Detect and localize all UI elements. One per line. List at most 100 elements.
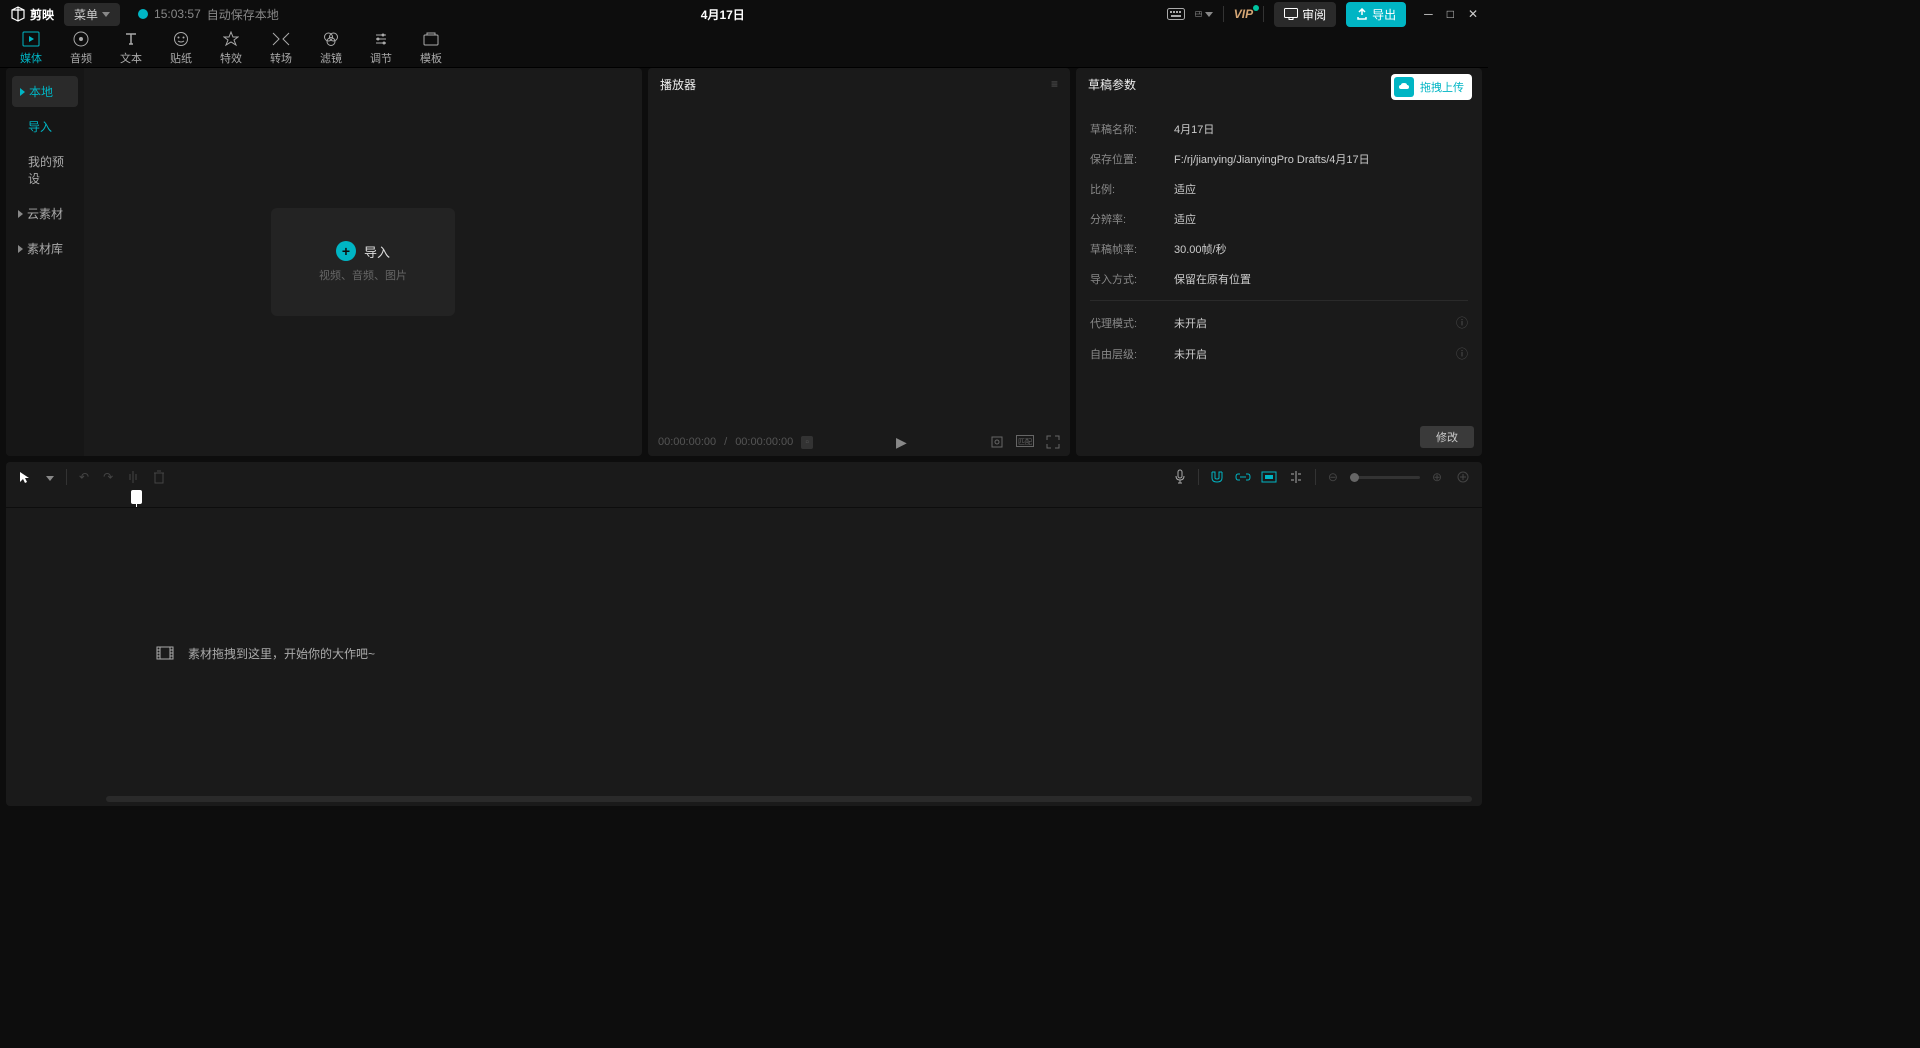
zoom-slider[interactable] (1350, 476, 1420, 479)
player-title: 播放器 (660, 76, 696, 93)
split-tool[interactable] (125, 468, 141, 486)
import-card[interactable]: + 导入 视频、音频、图片 (271, 208, 455, 316)
titlebar: 剪映 菜单 15:03:57 自动保存本地 4月17日 VIP 审阅 导出 ─ … (0, 0, 1488, 28)
keyboard-icon[interactable] (1167, 7, 1185, 21)
divider (66, 469, 67, 485)
magnet-icon[interactable] (1209, 470, 1225, 484)
crop-icon[interactable] (990, 435, 1004, 449)
tab-label: 音频 (70, 50, 92, 66)
text-icon (123, 30, 139, 48)
redo-button[interactable]: ↷ (101, 468, 115, 486)
zoom-out-icon[interactable]: ⊖ (1326, 468, 1340, 486)
timeline-panel: 素材拖拽到这里，开始你的大作吧~ (6, 492, 1482, 806)
divider (1198, 469, 1199, 485)
play-button[interactable]: ▶ (896, 434, 907, 451)
import-subtitle: 视频、音频、图片 (319, 267, 407, 283)
timeline-toolbar: ↶ ↷ ⊖ ⊕ (6, 462, 1482, 492)
media-content: + 导入 视频、音频、图片 (84, 68, 642, 456)
sidebar-label: 本地 (29, 83, 53, 100)
param-row-ratio: 比例:适应 (1090, 174, 1468, 204)
param-row-resolution: 分辨率:适应 (1090, 204, 1468, 234)
param-row-name: 草稿名称:4月17日 (1090, 114, 1468, 144)
playhead[interactable] (136, 492, 137, 507)
close-button[interactable]: ✕ (1468, 7, 1478, 21)
review-label: 审阅 (1302, 6, 1326, 23)
timecode-toggle[interactable]: ▫ (801, 436, 813, 449)
upload-label: 拖拽上传 (1420, 79, 1464, 95)
tab-filter[interactable]: 滤镜 (306, 28, 356, 68)
param-value: F:/rj/jianying/JianyingPro Drafts/4月17日 (1174, 151, 1370, 167)
maximize-button[interactable]: □ (1447, 7, 1454, 21)
export-label: 导出 (1372, 6, 1396, 23)
param-label: 代理模式: (1090, 315, 1174, 331)
player-menu-icon[interactable]: ≡ (1051, 77, 1058, 91)
menu-button[interactable]: 菜单 (64, 3, 120, 26)
delete-tool[interactable] (151, 468, 167, 486)
preview-icon[interactable] (1261, 471, 1277, 483)
ratio-icon[interactable]: 匹配 (1016, 435, 1034, 449)
param-label: 比例: (1090, 181, 1174, 197)
param-value: 4月17日 (1174, 121, 1214, 137)
tab-effects[interactable]: 特效 (206, 28, 256, 68)
project-title: 4月17日 (279, 6, 1167, 23)
tab-sticker[interactable]: 贴纸 (156, 28, 206, 68)
titlebar-right: VIP 审阅 导出 ─ □ ✕ (1167, 2, 1478, 27)
upload-button[interactable]: 拖拽上传 (1391, 74, 1472, 100)
param-label: 草稿帧率: (1090, 241, 1174, 257)
tab-label: 媒体 (20, 50, 42, 66)
sidebar-item-cloud[interactable]: 云素材 (6, 196, 84, 231)
minimize-button[interactable]: ─ (1424, 7, 1433, 21)
playhead-handle[interactable] (131, 490, 142, 504)
zoom-fit-icon[interactable] (1454, 468, 1472, 486)
tab-adjust[interactable]: 调节 (356, 28, 406, 68)
app-logo: 剪映 (10, 6, 54, 23)
titlebar-left: 剪映 菜单 15:03:57 自动保存本地 (10, 3, 279, 26)
param-value: 保留在原有位置 (1174, 271, 1251, 287)
vip-badge[interactable]: VIP (1234, 7, 1253, 21)
tab-label: 贴纸 (170, 50, 192, 66)
info-icon[interactable]: ⓘ (1456, 345, 1468, 362)
chevron-right-icon (18, 245, 23, 253)
param-row-fps: 草稿帧率:30.00帧/秒 (1090, 234, 1468, 264)
modify-button[interactable]: 修改 (1420, 426, 1474, 448)
zoom-in-icon[interactable]: ⊕ (1430, 468, 1444, 486)
tab-text[interactable]: 文本 (106, 28, 156, 68)
review-icon (1284, 8, 1298, 20)
save-time: 15:03:57 (154, 7, 201, 21)
pointer-tool[interactable] (16, 468, 34, 486)
undo-button[interactable]: ↶ (77, 468, 91, 486)
import-title: 导入 (364, 242, 390, 261)
param-label: 分辨率: (1090, 211, 1174, 227)
timeline-tracks[interactable]: 素材拖拽到这里，开始你的大作吧~ (6, 508, 1482, 798)
mic-icon[interactable] (1172, 467, 1188, 487)
param-value: 适应 (1174, 181, 1196, 197)
timeline-hint: 素材拖拽到这里，开始你的大作吧~ (156, 645, 375, 662)
tab-media[interactable]: 媒体 (6, 28, 56, 68)
media-sidebar: 本地 导入 我的预设 云素材 素材库 (6, 68, 84, 456)
param-row-proxy: 代理模式:未开启 ⓘ (1090, 307, 1468, 338)
sidebar-item-presets[interactable]: 我的预设 (6, 144, 84, 196)
tab-label: 调节 (370, 50, 392, 66)
tab-template[interactable]: 模板 (406, 28, 456, 68)
align-icon[interactable] (1287, 468, 1305, 486)
chevron-right-icon (18, 210, 23, 218)
timeline-ruler[interactable] (6, 492, 1482, 508)
media-panel: 本地 导入 我的预设 云素材 素材库 + 导入 (6, 68, 642, 456)
pointer-dropdown[interactable] (44, 468, 56, 486)
review-button[interactable]: 审阅 (1274, 2, 1336, 27)
sidebar-item-local[interactable]: 本地 (12, 76, 78, 107)
layout-icon[interactable] (1195, 7, 1213, 21)
param-value: 未开启 (1174, 315, 1207, 331)
sidebar-label: 我的预设 (28, 153, 72, 187)
info-icon[interactable]: ⓘ (1456, 314, 1468, 331)
params-footer: 修改 (1076, 418, 1482, 456)
export-button[interactable]: 导出 (1346, 2, 1406, 27)
link-icon[interactable] (1235, 470, 1251, 484)
timeline-scrollbar[interactable] (106, 796, 1472, 802)
fullscreen-icon[interactable] (1046, 435, 1060, 449)
sidebar-item-library[interactable]: 素材库 (6, 231, 84, 266)
sidebar-item-import[interactable]: 导入 (6, 109, 84, 144)
player-viewport[interactable] (648, 100, 1070, 428)
tab-audio[interactable]: 音频 (56, 28, 106, 68)
tab-transition[interactable]: 转场 (256, 28, 306, 68)
